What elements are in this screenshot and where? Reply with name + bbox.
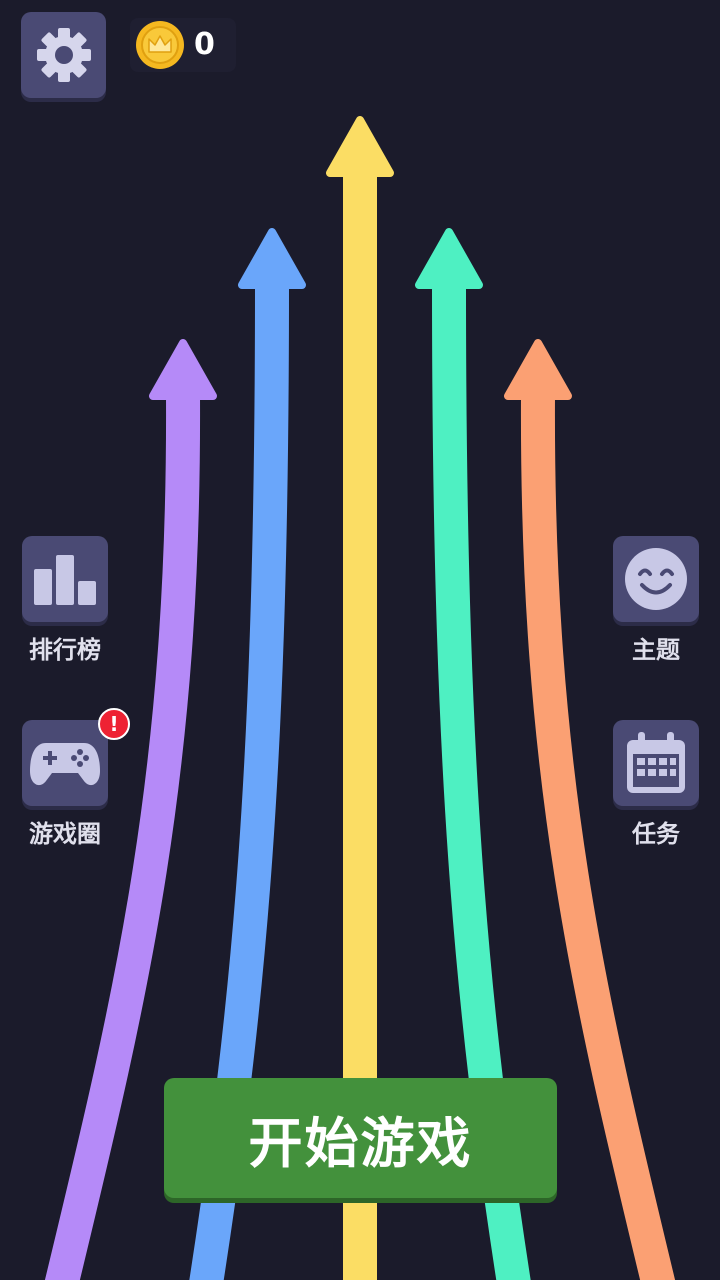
orange-arrow-head [504,339,572,400]
theme-label: 主题 [632,636,680,664]
crown-coin-icon [136,21,184,69]
theme-item[interactable]: 主题 [606,536,706,664]
tasks-item[interactable]: 任务 [606,720,706,848]
gamepad-icon [30,743,100,786]
settings-button[interactable] [21,12,106,98]
leaderboard-item[interactable]: 排行榜 [15,536,115,664]
theme-button[interactable] [613,536,699,622]
game-circle-label: 游戏圈 [29,820,101,848]
start-game-button[interactable]: 开始游戏 [164,1078,557,1198]
leaderboard-button[interactable] [22,536,108,622]
game-circle-button[interactable]: ! [22,708,130,806]
calendar-icon [627,732,685,793]
gear-icon [36,28,91,82]
teal-arrow-head [415,228,483,289]
coin-count: 0 [194,27,215,62]
purple-arrow-head [149,339,217,400]
blue-arrow-head [238,228,306,289]
tasks-label: 任务 [632,820,680,848]
yellow-arrow-head [326,116,394,177]
coin-counter: 0 [130,18,236,72]
tasks-button[interactable] [613,720,699,806]
game-circle-item[interactable]: ! 游戏圈 [15,708,130,848]
bar-chart-icon [34,555,96,605]
start-game-label: 开始游戏 [248,1111,473,1175]
smiley-icon [625,548,687,610]
leaderboard-label: 排行榜 [29,636,101,664]
notification-badge: ! [98,708,130,740]
